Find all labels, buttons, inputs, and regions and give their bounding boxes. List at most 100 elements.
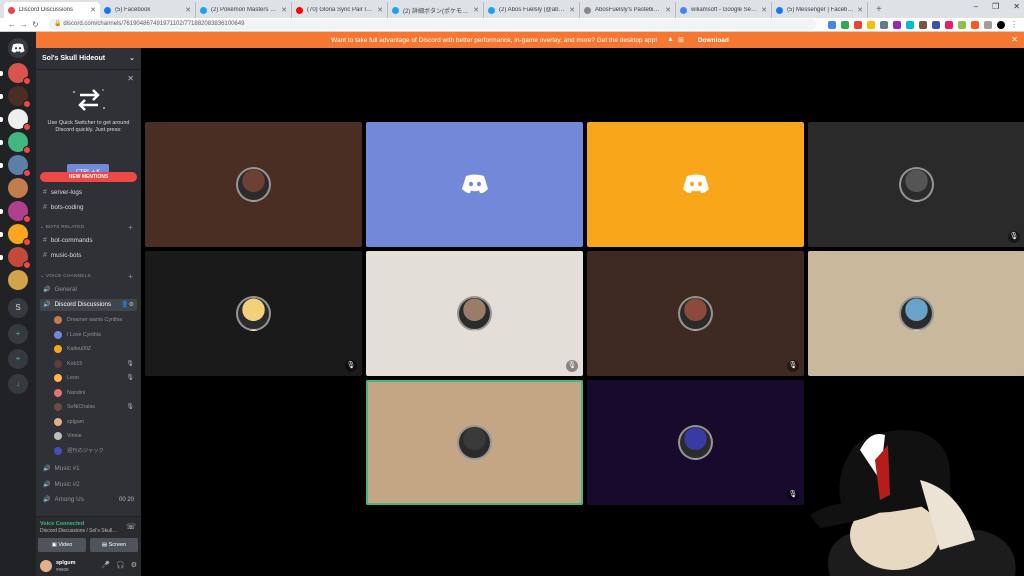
voice-channel[interactable]: 🔊 Among Us 00 20 bbox=[40, 494, 137, 506]
server-icon[interactable] bbox=[0, 247, 31, 269]
channel-bot-commands[interactable]: # bot-commands bbox=[40, 235, 137, 247]
voice-user[interactable]: Dreamer wants Cynthia bbox=[54, 314, 140, 326]
voice-user[interactable]: Kob15 🎙 bbox=[54, 358, 140, 370]
video-tile[interactable]: 🎙 bbox=[587, 251, 804, 376]
download-apps-button[interactable]: ↓ bbox=[8, 374, 28, 394]
voice-user[interactable]: Nandini bbox=[54, 387, 140, 399]
server-header[interactable]: Sol's Skull Hideout ⌄ bbox=[36, 48, 141, 70]
video-tile[interactable] bbox=[366, 380, 583, 505]
screen-share-button[interactable]: ▤ Screen bbox=[90, 538, 138, 552]
video-tile[interactable] bbox=[366, 122, 583, 247]
extension-icon[interactable] bbox=[971, 20, 980, 29]
channel-bots-coding[interactable]: # bots-coding bbox=[40, 202, 137, 214]
voice-status[interactable]: Voice Connected bbox=[40, 521, 84, 527]
server-icon[interactable] bbox=[0, 86, 31, 108]
microphone-icon[interactable]: 🎤 bbox=[101, 561, 110, 569]
extension-icon[interactable] bbox=[841, 20, 850, 29]
video-tile[interactable] bbox=[587, 122, 804, 247]
voice-channel[interactable]: 🔊 Music #2 bbox=[40, 479, 137, 491]
extension-icon[interactable] bbox=[984, 20, 993, 29]
headphones-icon[interactable]: 🎧 bbox=[116, 561, 125, 569]
voice-channel-discord-discussions[interactable]: 🔊 Discord Discussions 👤⚙ bbox=[40, 299, 137, 311]
close-icon[interactable]: ✕ bbox=[127, 74, 134, 83]
channel-settings-icons[interactable]: 👤⚙ bbox=[121, 299, 134, 311]
browser-tab[interactable]: (2) Pokémon Masters EX (@Poke…✕ bbox=[196, 2, 292, 18]
minimize-button[interactable]: – bbox=[974, 2, 978, 11]
new-mentions-bar[interactable]: NEW MENTIONS bbox=[40, 172, 137, 182]
voice-user[interactable]: Vinnie bbox=[54, 430, 140, 442]
add-channel-icon[interactable]: + bbox=[128, 272, 133, 281]
download-link[interactable]: Download bbox=[698, 37, 729, 44]
channel-music-bots[interactable]: # music-bots bbox=[40, 250, 137, 262]
avatar[interactable] bbox=[40, 560, 52, 572]
voice-channel[interactable]: 🔊 Music #1 bbox=[40, 463, 137, 475]
video-tile[interactable]: 🎙 bbox=[145, 251, 362, 376]
voice-user[interactable]: SoNiChalas 🎙 bbox=[54, 401, 140, 413]
reload-icon[interactable]: ↻ bbox=[30, 20, 42, 29]
browser-tab[interactable]: (70) Gloria Sync Pair Introductio…✕ bbox=[292, 2, 388, 18]
voice-user[interactable]: I Love Cynthia bbox=[54, 329, 140, 341]
server-icon[interactable] bbox=[0, 109, 31, 131]
new-tab-button[interactable]: + bbox=[868, 2, 890, 18]
close-tab-icon[interactable]: ✕ bbox=[665, 6, 671, 14]
close-tab-icon[interactable]: ✕ bbox=[473, 6, 479, 14]
server-icon[interactable] bbox=[0, 155, 31, 177]
browser-tab[interactable]: AbosFuelsly's Pastebin - Pastebin…✕ bbox=[580, 2, 676, 18]
back-icon[interactable]: ← bbox=[6, 20, 18, 29]
maximize-button[interactable]: ❐ bbox=[992, 2, 999, 11]
server-letter-s[interactable]: S bbox=[8, 298, 28, 318]
server-icon[interactable] bbox=[0, 132, 31, 154]
voice-user[interactable]: Leon 🎙 bbox=[54, 372, 140, 384]
voice-channel-general[interactable]: 🔊 General bbox=[40, 284, 137, 296]
voice-user[interactable]: 週刊のジャック bbox=[54, 445, 140, 457]
extension-icon[interactable] bbox=[854, 20, 863, 29]
close-window-button[interactable]: ✕ bbox=[1013, 2, 1020, 11]
close-banner-icon[interactable]: ✕ bbox=[1011, 35, 1018, 44]
extension-icon[interactable] bbox=[945, 20, 954, 29]
gear-icon[interactable]: ⚙ bbox=[131, 561, 137, 569]
browser-tab[interactable]: wiliamsoft - Google Search ✕ bbox=[676, 2, 772, 18]
server-icon[interactable] bbox=[0, 201, 31, 223]
browser-tab[interactable]: (2) 詳細ボタン(ポケモンマスターズ公…✕ bbox=[388, 2, 484, 18]
voice-user[interactable]: splgum bbox=[54, 416, 140, 428]
explore-servers-button[interactable]: ⌖ bbox=[8, 349, 28, 369]
browser-tab[interactable]: (5) Messenger | Facebook ✕ bbox=[772, 2, 868, 18]
video-tile[interactable] bbox=[808, 251, 1024, 376]
video-tile[interactable]: 🎙 bbox=[366, 251, 583, 376]
video-tile[interactable]: 🎙 bbox=[587, 380, 804, 505]
close-tab-icon[interactable]: ✕ bbox=[761, 6, 767, 14]
disconnect-icon[interactable]: ☏ bbox=[126, 522, 136, 531]
close-tab-icon[interactable]: ✕ bbox=[377, 6, 383, 14]
close-tab-icon[interactable]: ✕ bbox=[281, 6, 287, 14]
video-tile[interactable]: 🎙 bbox=[808, 122, 1024, 247]
extension-icon[interactable] bbox=[867, 20, 876, 29]
add-server-button[interactable]: + bbox=[8, 324, 28, 344]
server-icon[interactable] bbox=[0, 224, 31, 246]
server-icon[interactable] bbox=[0, 63, 31, 85]
extension-icon[interactable] bbox=[958, 20, 967, 29]
browser-tab[interactable]: (5) Facebook ✕ bbox=[100, 2, 196, 18]
extension-icon[interactable] bbox=[828, 20, 837, 29]
extension-icon[interactable] bbox=[919, 20, 928, 29]
close-tab-icon[interactable]: ✕ bbox=[90, 6, 96, 14]
forward-icon[interactable]: → bbox=[18, 20, 30, 29]
add-channel-icon[interactable]: + bbox=[128, 223, 133, 232]
extension-icon[interactable] bbox=[906, 20, 915, 29]
menu-icon[interactable]: ⋮ bbox=[1010, 20, 1018, 29]
browser-tab[interactable]: (2) Abos Fuelsly (@abos_fuels…✕ bbox=[484, 2, 580, 18]
close-tab-icon[interactable]: ✕ bbox=[857, 6, 863, 14]
extension-icon[interactable] bbox=[893, 20, 902, 29]
home-button[interactable] bbox=[8, 38, 28, 58]
close-tab-icon[interactable]: ✕ bbox=[185, 6, 191, 14]
extension-icon[interactable] bbox=[932, 20, 941, 29]
video-tile[interactable] bbox=[145, 122, 362, 247]
server-icon[interactable] bbox=[8, 270, 28, 290]
browser-tab[interactable]: Discord Discussions ✕ bbox=[4, 2, 100, 18]
close-tab-icon[interactable]: ✕ bbox=[569, 6, 575, 14]
voice-user[interactable]: Kaitou00Z bbox=[54, 343, 140, 355]
category-bots-related[interactable]: ⌄ BOTS RELATED + bbox=[40, 223, 137, 232]
video-button[interactable]: ▣ Video bbox=[38, 538, 86, 552]
profile-icon[interactable] bbox=[997, 20, 1006, 29]
url-field[interactable]: 🔒 discord.com/channels/76190486749197110… bbox=[49, 19, 817, 30]
category-voice-channels[interactable]: ⌄ VOICE CHANNELS + bbox=[40, 272, 137, 281]
